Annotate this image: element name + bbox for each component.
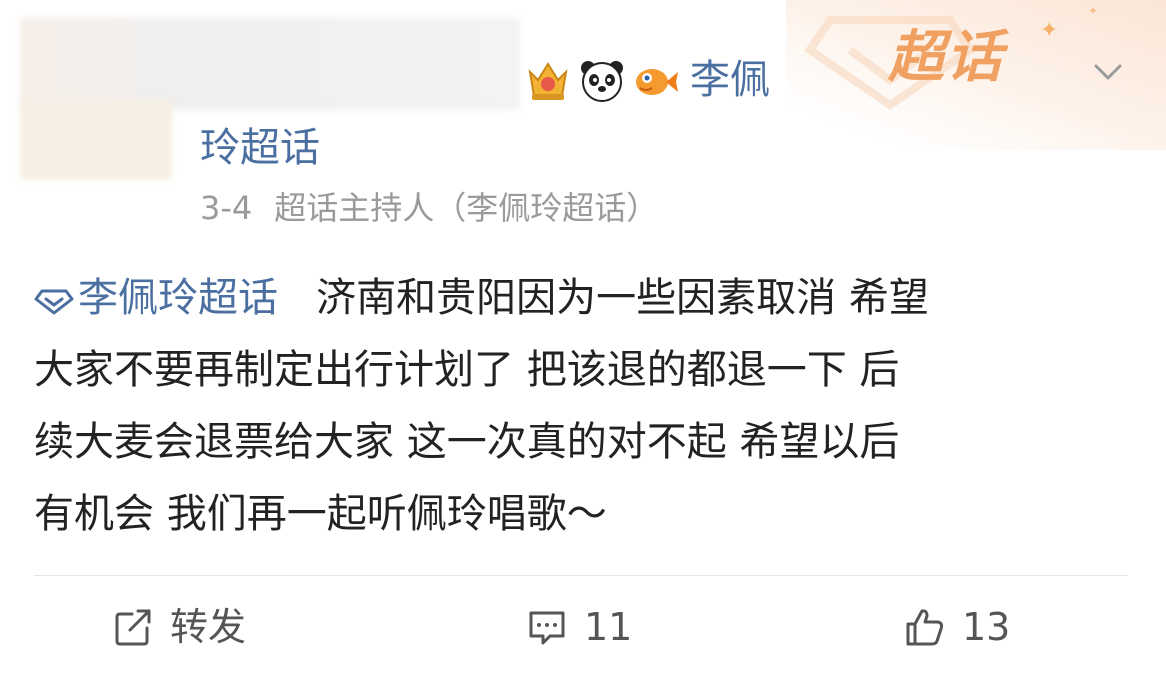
sparkle-small-icon: ✦ bbox=[1088, 4, 1099, 18]
blurred-avatar-area bbox=[20, 18, 520, 110]
post-text-line-2: 大家不要再制定出行计划了 把该退的都退一下 后 bbox=[34, 347, 900, 393]
topic-link[interactable]: 李佩玲超话 bbox=[34, 275, 291, 321]
post-text-line-3: 续大麦会退票给大家 这一次真的对不起 希望以后 bbox=[34, 419, 900, 465]
post-meta: 3-4 超话主持人（李佩玲超话） bbox=[200, 186, 680, 230]
like-count: 13 bbox=[962, 605, 1011, 649]
comment-icon bbox=[529, 611, 565, 645]
post-text-line-1: 济南和贵阳因为一些因素取消 希望 bbox=[316, 275, 929, 321]
sparkle-icon: ✦ bbox=[1040, 18, 1059, 43]
post-author-role: 超话主持人（李佩玲超话） bbox=[274, 189, 659, 227]
user-badges bbox=[524, 56, 680, 104]
repost-label: 转发 bbox=[170, 605, 247, 649]
post-line-1: 李佩玲超话 济南和贵阳因为一些因素取消 希望 bbox=[34, 262, 1134, 334]
post-date: 3-4 bbox=[200, 189, 253, 227]
fish-icon[interactable] bbox=[632, 56, 680, 104]
divider bbox=[34, 575, 1128, 576]
topic-link-label: 李佩玲超话 bbox=[78, 275, 278, 321]
chaohua-tag[interactable]: 超话 bbox=[888, 26, 1004, 90]
repost-icon bbox=[115, 609, 151, 646]
like-button[interactable]: 13 bbox=[904, 602, 1010, 652]
blurred-avatar-area-lower bbox=[20, 100, 172, 180]
repost-button[interactable]: 转发 bbox=[112, 602, 246, 652]
panda-icon[interactable] bbox=[578, 56, 626, 104]
comment-button[interactable]: 11 bbox=[526, 602, 632, 652]
post-content: 李佩玲超话 济南和贵阳因为一些因素取消 希望 大家不要再制定出行计划了 把该退的… bbox=[34, 262, 1134, 550]
crown-badge-icon[interactable] bbox=[524, 56, 572, 104]
thumbs-up-icon bbox=[906, 609, 944, 646]
diamond-icon bbox=[34, 289, 74, 315]
username[interactable]: 李佩 bbox=[690, 54, 770, 106]
comment-count: 11 bbox=[584, 605, 633, 649]
chevron-down-icon[interactable] bbox=[1088, 52, 1128, 92]
topic-name[interactable]: 玲超话 bbox=[200, 122, 320, 174]
post-text-line-4: 有机会 我们再一起听佩玲唱歌～ bbox=[34, 491, 607, 537]
